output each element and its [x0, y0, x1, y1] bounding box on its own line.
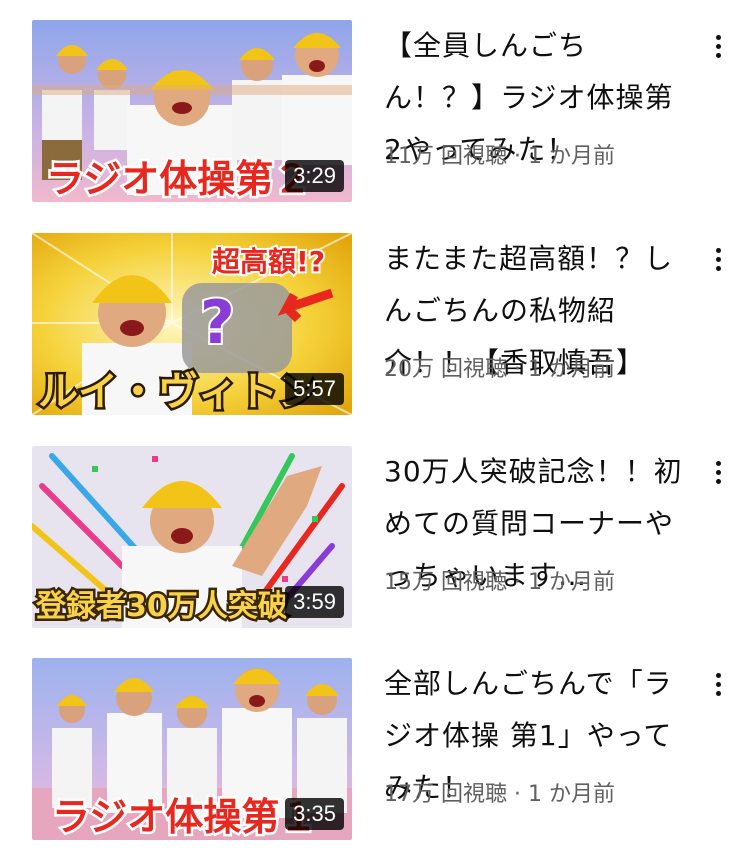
video-stats: 15万 回視聴 · 1 か月前 [384, 570, 615, 595]
thumbnail-caption: ラジオ体操第１ [52, 795, 317, 839]
thumbnail-tag: 超高額!? [212, 245, 325, 278]
svg-text:?: ? [200, 288, 235, 358]
thumbnail-caption: ラジオ体操第２ [46, 157, 311, 201]
more-options-icon[interactable] [700, 28, 736, 64]
video-list: ラジオ体操第２ 3:29 【全員しんごちん！？】ラジオ体操第2やってみた！ 11… [0, 0, 750, 855]
video-item[interactable]: ラジオ体操第２ 3:29 【全員しんごちん！？】ラジオ体操第2やってみた！ 11… [0, 20, 750, 202]
video-thumbnail[interactable]: ラジオ体操第１ 3:35 [32, 658, 352, 840]
video-meta: またまた超高額！？しんごちんの私物紹介！！【香取慎吾】 20万 回視聴 · 1 … [384, 233, 684, 415]
thumbnail-caption: ルイ・ヴィトン [38, 369, 318, 415]
video-item[interactable]: 登録者30万人突破 3:59 30万人突破記念！！初めての質問コーナーやっちゃい… [0, 446, 750, 628]
video-stats: 20万 回視聴 · 1 か月前 [384, 357, 615, 382]
video-thumbnail[interactable]: ラジオ体操第２ 3:29 [32, 20, 352, 202]
duration-badge: 5:57 [285, 373, 344, 405]
video-thumbnail[interactable]: ? 超高額!? ルイ・ヴィトン 5:57 [32, 233, 352, 415]
video-item[interactable]: ラジオ体操第１ 3:35 全部しんごちんで「ラジオ体操 第1」やってみた！ 17… [0, 658, 750, 840]
duration-badge: 3:29 [285, 160, 344, 192]
video-stats: 17万 回視聴 · 1 か月前 [384, 782, 615, 807]
duration-badge: 3:35 [285, 798, 344, 830]
video-meta: 全部しんごちんで「ラジオ体操 第1」やってみた！ 17万 回視聴 · 1 か月前 [384, 658, 684, 840]
video-meta: 30万人突破記念！！初めての質問コーナーやっちゃいます… 15万 回視聴 · 1… [384, 446, 684, 628]
video-meta: 【全員しんごちん！？】ラジオ体操第2やってみた！ 11万 回視聴 · 1 か月前 [384, 20, 684, 202]
more-options-icon[interactable] [700, 241, 736, 277]
more-options-icon[interactable] [700, 454, 736, 490]
thumbnail-caption: 登録者30万人突破 [35, 589, 288, 624]
duration-badge: 3:59 [285, 586, 344, 618]
video-item[interactable]: ? 超高額!? ルイ・ヴィトン 5:57 またまた超高額！？しんごちんの私物紹介… [0, 233, 750, 415]
video-thumbnail[interactable]: 登録者30万人突破 3:59 [32, 446, 352, 628]
video-stats: 11万 回視聴 · 1 か月前 [384, 144, 615, 169]
more-options-icon[interactable] [700, 666, 736, 702]
